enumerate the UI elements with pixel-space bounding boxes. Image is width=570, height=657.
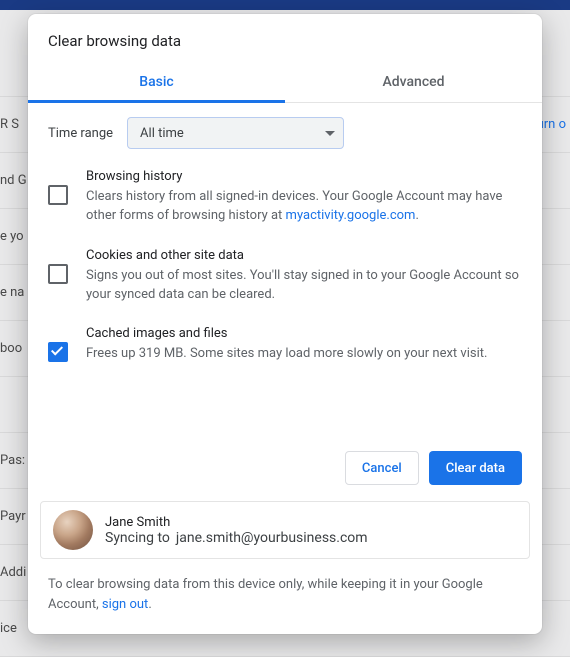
dialog-title: Clear browsing data (28, 14, 542, 64)
tab-advanced[interactable]: Advanced (285, 64, 542, 102)
option-checkbox[interactable] (48, 185, 68, 205)
cancel-button[interactable]: Cancel (345, 451, 419, 485)
sign-out-link[interactable]: sign out (102, 597, 148, 612)
option-link[interactable]: myactivity.google.com (286, 208, 416, 223)
option-title: Cached images and files (86, 326, 522, 341)
sync-label: Syncing to (105, 530, 170, 546)
option-checkbox[interactable] (48, 342, 68, 362)
chevron-down-icon (325, 131, 335, 136)
time-range-select[interactable]: All time (127, 117, 344, 149)
account-info: Jane Smith Syncing to jane.smith@yourbus… (40, 501, 530, 559)
clear-browsing-data-dialog: Clear browsing data Basic Advanced Time … (28, 14, 542, 634)
dialog-footer-text: To clear browsing data from this device … (28, 559, 542, 634)
account-name: Jane Smith (105, 515, 368, 530)
option-row: Cookies and other site data Signs you out… (48, 248, 522, 305)
option-description: Clears history from all signed-in device… (86, 188, 522, 226)
option-checkbox[interactable] (48, 264, 68, 284)
top-bar (0, 0, 570, 10)
option-description: Frees up 319 MB. Some sites may load mor… (86, 345, 522, 364)
option-description: Signs you out of most sites. You'll stay… (86, 267, 522, 305)
option-row: Browsing history Clears history from all … (48, 169, 522, 226)
clear-data-button[interactable]: Clear data (429, 451, 522, 485)
option-row: Cached images and files Frees up 319 MB. … (48, 326, 522, 364)
dialog-tabs: Basic Advanced (28, 64, 542, 103)
time-range-label: Time range (48, 126, 113, 141)
time-range-value: All time (140, 126, 184, 141)
avatar (53, 510, 93, 550)
option-title: Browsing history (86, 169, 522, 184)
tab-basic[interactable]: Basic (28, 64, 285, 102)
option-title: Cookies and other site data (86, 248, 522, 263)
dialog-content: Time range All time Browsing history Clea… (28, 103, 542, 451)
account-email: jane.smith@yourbusiness.com (176, 530, 368, 546)
